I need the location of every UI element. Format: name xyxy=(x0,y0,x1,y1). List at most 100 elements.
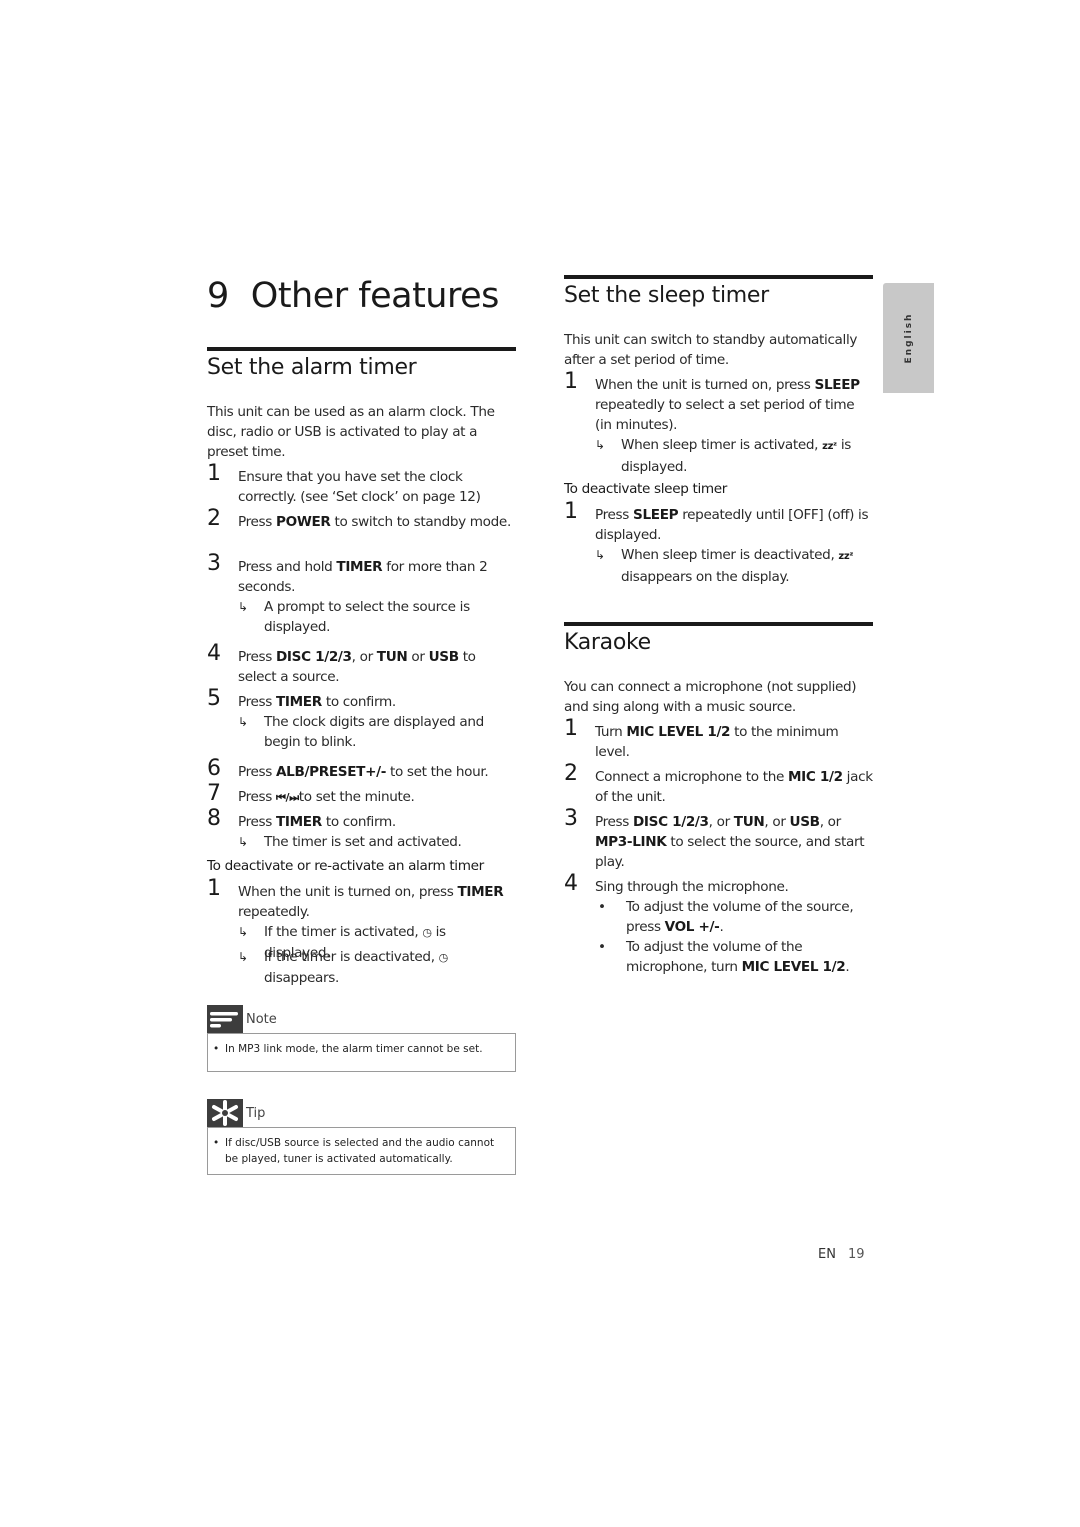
karaoke-bullet: • To adjust the volume of the source, pr… xyxy=(595,897,870,937)
button-name: TIMER xyxy=(336,559,383,575)
alarm-intro: This unit can be used as an alarm clock.… xyxy=(207,404,495,460)
step-number: 1 xyxy=(207,461,221,486)
note-box: • In MP3 link mode, the alarm timer cann… xyxy=(207,1033,516,1072)
step-text: , or xyxy=(351,649,377,665)
button-name: MIC 1/2 xyxy=(787,769,843,785)
sleep-intro: This unit can switch to standby automati… xyxy=(564,332,858,368)
section-heading-alarm: Set the alarm timer xyxy=(207,355,417,380)
alarm-step: 6 Press ALB/PRESET+/- to set the hour. xyxy=(207,756,516,782)
bullet-text: To adjust the volume of the source, pres… xyxy=(626,899,854,935)
step-text: to confirm. xyxy=(321,814,396,830)
tip-box: • If disc/USB source is selected and the… xyxy=(207,1127,516,1175)
chapter-title-text: Other features xyxy=(250,276,500,316)
result-text: The timer is set and activated. xyxy=(264,834,462,850)
subheading-deactivate-sleep: To deactivate sleep timer xyxy=(564,481,728,497)
result-arrow-icon: ↳ xyxy=(238,600,248,614)
bullet-icon: • xyxy=(598,899,606,915)
step-number: 1 xyxy=(564,499,578,524)
button-name: TIMER xyxy=(457,884,504,900)
bullet-text: . xyxy=(845,959,850,975)
result-arrow-icon: ↳ xyxy=(238,715,248,729)
step-text: Press xyxy=(238,789,276,805)
step-number: 8 xyxy=(207,806,221,831)
bullet-icon: • xyxy=(213,1043,220,1055)
step-number: 1 xyxy=(207,876,221,901)
result-text: When sleep timer is activated, xyxy=(621,437,823,453)
step-text: Press xyxy=(595,814,633,830)
button-name: VOL +/- xyxy=(664,919,720,935)
button-name: USB xyxy=(789,814,820,830)
sleep-deactivate-step: 1 Press SLEEP repeatedly until [OFF] (of… xyxy=(564,499,873,545)
language-tab: English xyxy=(883,283,934,393)
step-text: Press and hold xyxy=(238,559,337,575)
step-text: repeatedly to select a set period of tim… xyxy=(595,397,855,433)
step-number: 4 xyxy=(564,871,578,896)
step-text: to set the hour. xyxy=(386,764,489,780)
result-arrow-icon: ↳ xyxy=(595,548,605,562)
button-name: DISC 1/2/3 xyxy=(276,649,352,665)
step-number: 4 xyxy=(207,641,221,666)
result-arrow-icon: ↳ xyxy=(238,835,248,849)
result-text: When sleep timer is deactivated, xyxy=(621,547,839,563)
button-name: TUN xyxy=(733,814,765,830)
note-item: • In MP3 link mode, the alarm timer cann… xyxy=(208,1034,515,1058)
section-rule xyxy=(564,622,873,626)
button-name: USB xyxy=(428,649,459,665)
step-text: to switch to standby mode. xyxy=(330,514,512,530)
button-name: MIC LEVEL 1/2 xyxy=(741,959,846,975)
karaoke-step: 3 Press DISC 1/2/3, or TUN, or USB, or M… xyxy=(564,808,873,872)
alarm-step: 8 Press TIMER to confirm. xyxy=(207,806,516,832)
result-arrow-icon: ↳ xyxy=(595,438,605,452)
step-number: 6 xyxy=(207,756,221,781)
karaoke-bullet: • To adjust the volume of the microphone… xyxy=(595,937,870,977)
section-heading-sleep: Set the sleep timer xyxy=(564,283,769,308)
result-text: If the timer is deactivated, xyxy=(264,949,439,965)
step-result: ↳ If the timer is deactivated, ◷ disappe… xyxy=(238,947,488,988)
step-number: 2 xyxy=(564,761,578,786)
step-text: When the unit is turned on, press xyxy=(238,884,458,900)
step-text: to set the minute. xyxy=(298,789,415,805)
chapter-number: 9 xyxy=(207,276,229,316)
step-text: Press xyxy=(238,764,276,780)
note-text: In MP3 link mode, the alarm timer cannot… xyxy=(225,1043,483,1055)
step-number: 7 xyxy=(207,781,221,806)
tip-label: Tip xyxy=(246,1105,266,1121)
step-text: Sing through the microphone. xyxy=(595,879,789,895)
note-label: Note xyxy=(246,1011,277,1027)
step-number: 1 xyxy=(564,716,578,741)
step-result: ↳ A prompt to select the source is displ… xyxy=(238,597,508,637)
karaoke-step: 4 Sing through the microphone. xyxy=(564,871,873,897)
result-text: A prompt to select the source is display… xyxy=(264,599,470,635)
step-text: , or xyxy=(708,814,734,830)
tip-header: Tip xyxy=(207,1099,265,1127)
button-name: MIC LEVEL 1/2 xyxy=(626,724,731,740)
chapter-title: 9 Other features xyxy=(207,276,499,316)
step-number: 2 xyxy=(207,506,221,531)
alarm-step: 5 Press TIMER to confirm. xyxy=(207,686,516,712)
step-text: Press xyxy=(595,507,633,523)
button-name: SLEEP xyxy=(814,377,861,393)
step-text: When the unit is turned on, press xyxy=(595,377,815,393)
karaoke-intro: You can connect a microphone (not suppli… xyxy=(564,679,857,715)
subheading-deactivate-alarm: To deactivate or re-activate an alarm ti… xyxy=(207,858,484,874)
button-name: TIMER xyxy=(276,814,322,830)
result-text: The clock digits are displayed and begin… xyxy=(264,714,484,750)
step-text: or xyxy=(407,649,429,665)
sleep-icon: zzᶻ xyxy=(822,441,837,452)
button-name: DISC 1/2/3 xyxy=(633,814,709,830)
prev-next-icon: ⏮/⏭ xyxy=(276,791,299,804)
language-tab-label: English xyxy=(903,312,914,364)
karaoke-step: 1 Turn MIC LEVEL 1/2 to the minimum leve… xyxy=(564,716,873,762)
alarm-clock-icon: ◷ xyxy=(422,926,432,939)
step-text: , or xyxy=(819,814,842,830)
step-text: Connect a microphone to the xyxy=(595,769,788,785)
tip-item: • If disc/USB source is selected and the… xyxy=(208,1128,515,1167)
step-text: to confirm. xyxy=(321,694,396,710)
step-number: 5 xyxy=(207,686,221,711)
step-number: 1 xyxy=(564,369,578,394)
result-text: If the timer is activated, xyxy=(264,924,423,940)
karaoke-step: 2 Connect a microphone to the MIC 1/2 ja… xyxy=(564,761,873,807)
result-text: disappears on the display. xyxy=(621,569,790,585)
alarm-step: 1 Ensure that you have set the clock cor… xyxy=(207,461,516,507)
alarm-step: 7 Press ⏮/⏭to set the minute. xyxy=(207,781,516,808)
